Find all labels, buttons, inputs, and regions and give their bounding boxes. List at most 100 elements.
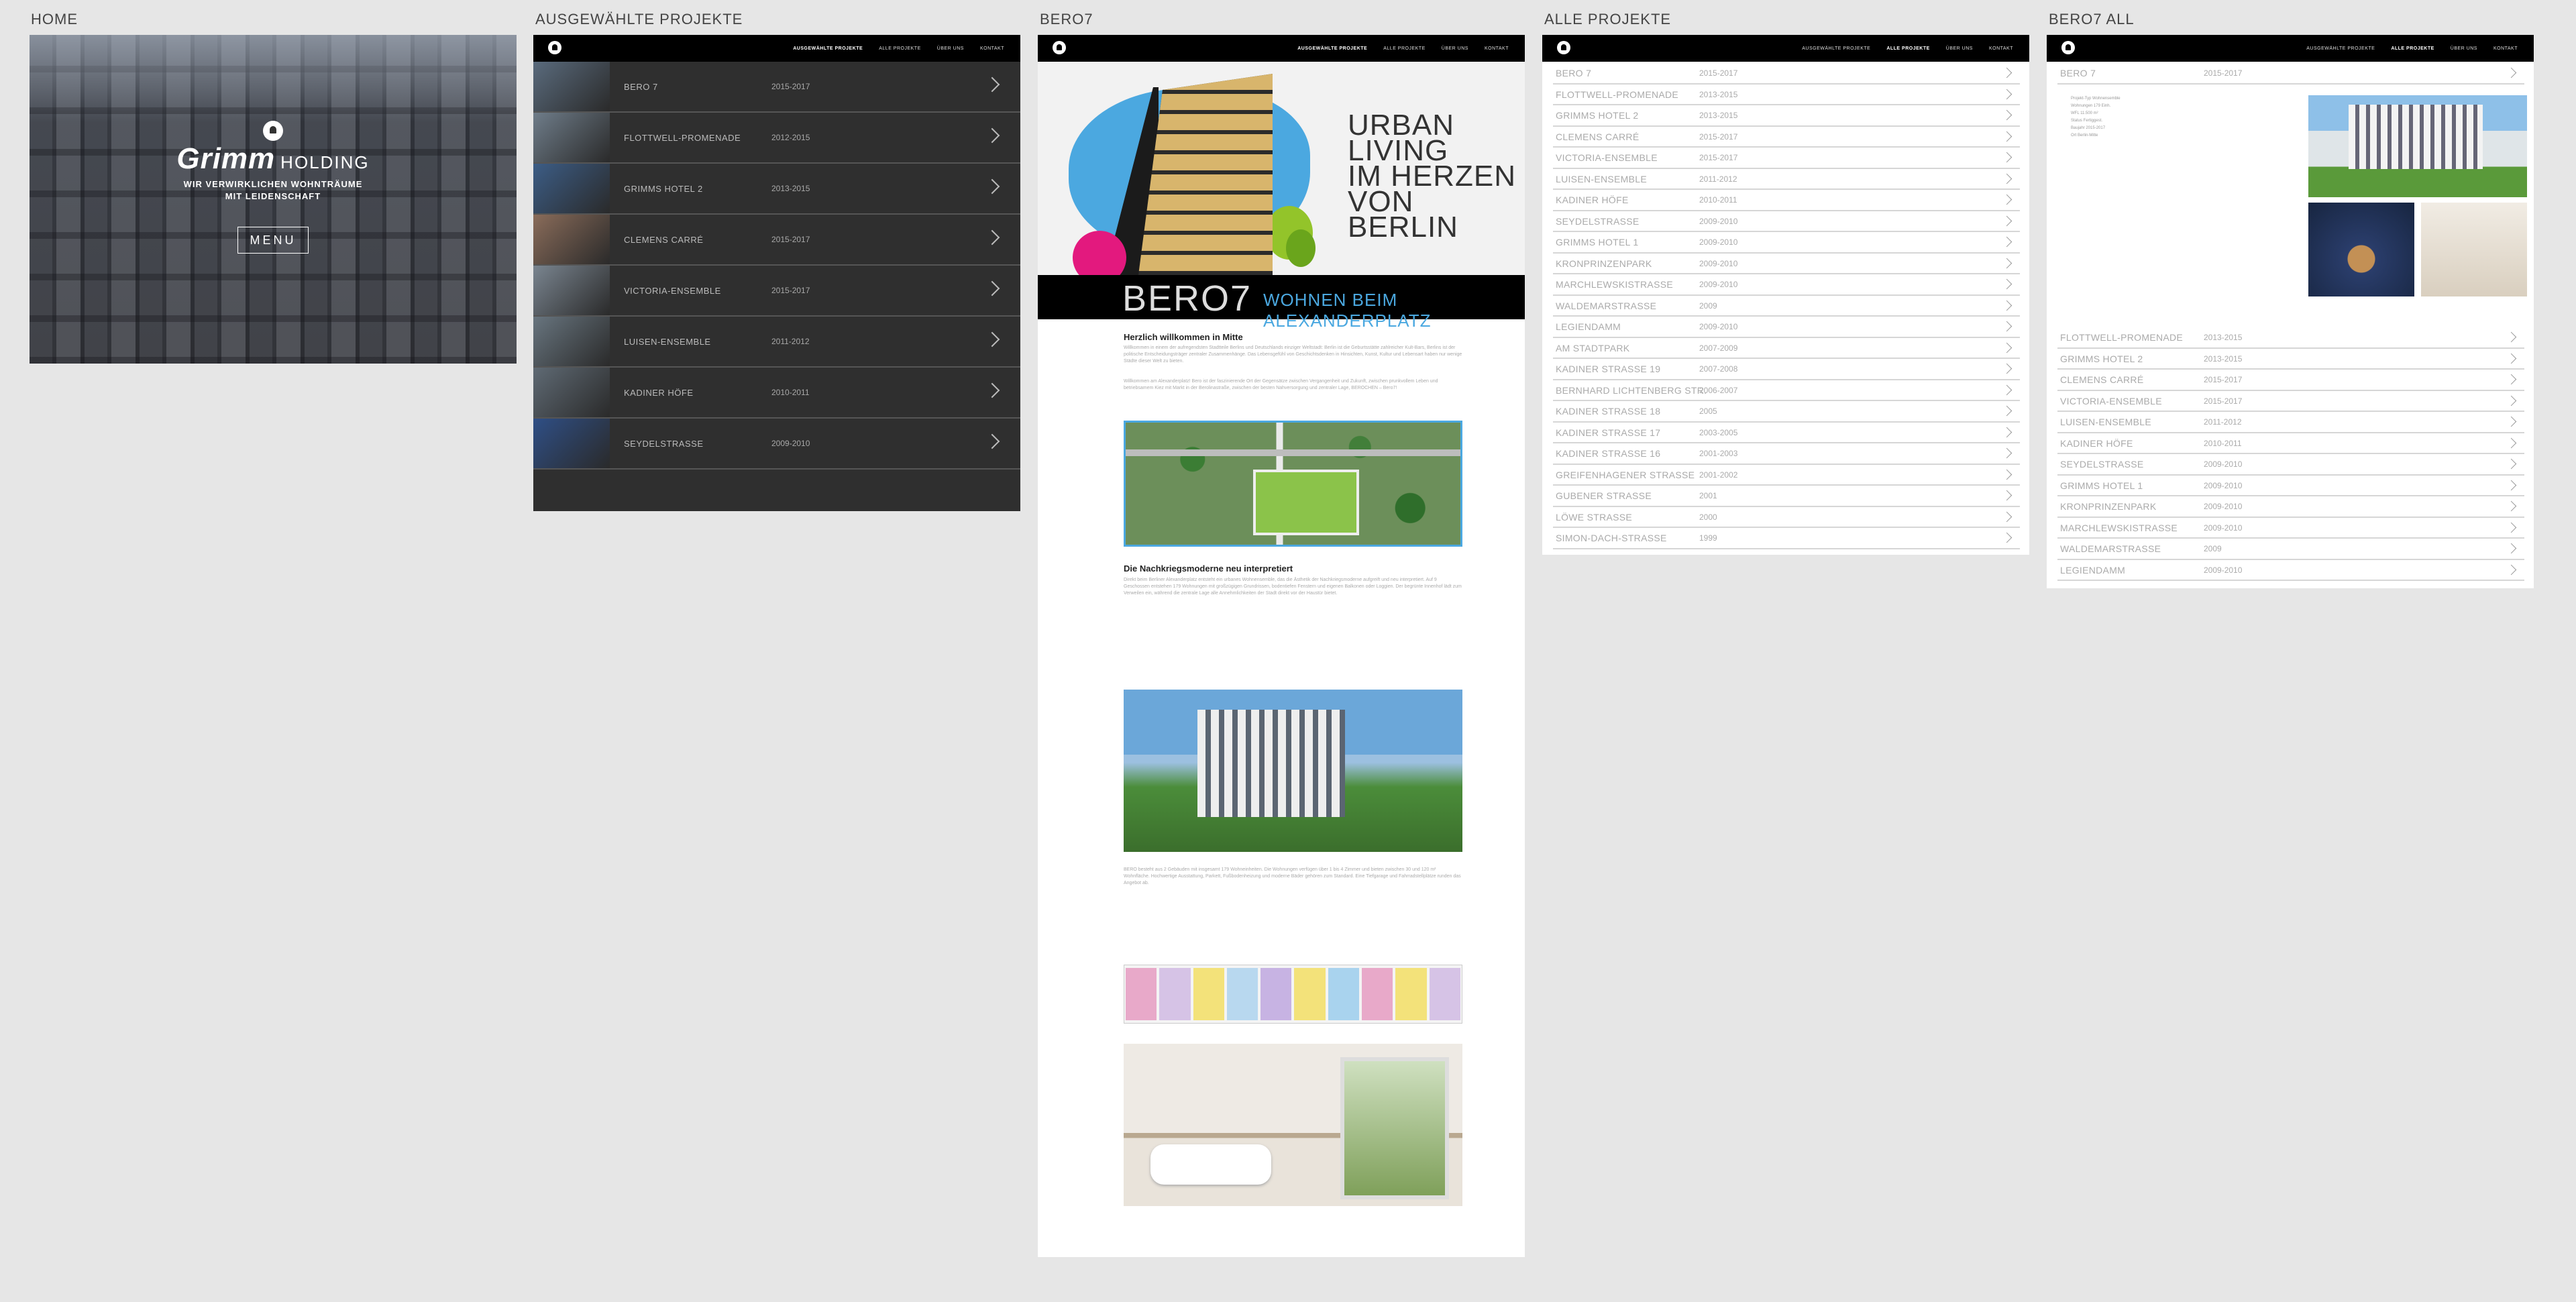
project-list-row[interactable]: KRONPRINZENPARK 2009-2010 (2057, 496, 2524, 518)
project-list-row[interactable]: SEYDELSTRASSE 2009-2010 (1553, 211, 2020, 232)
project-year: 2009 (2204, 544, 2222, 553)
project-list-row[interactable]: SIMON-DACH-STRASSE 1999 (1553, 528, 2020, 549)
project-meta: Projekt-Typ Wohnensemble Wohnungen 179 Ei… (2071, 95, 2121, 140)
project-thumbnail (533, 419, 610, 468)
project-year: 2009-2010 (2204, 565, 2243, 575)
nav-item-kontakt[interactable]: KONTAKT (2493, 46, 2518, 51)
nav-item-kontakt[interactable]: KONTAKT (980, 46, 1004, 51)
project-list-row[interactable]: GRIMMS HOTEL 1 2009-2010 (1553, 232, 2020, 254)
floorplan-unit (1159, 968, 1191, 1020)
project-list-row[interactable]: KADINER STRASSE 16 2001-2003 (1553, 443, 2020, 465)
featured-project-row[interactable]: BERO 7 2015-2017 (533, 62, 1020, 113)
project-list-row[interactable]: BERNHARD LICHTENBERG STR. 2006-2007 (1553, 380, 2020, 401)
tagline-line-2: MIT LEIDENSCHAFT (225, 191, 321, 201)
nav-item-ueber-uns[interactable]: ÜBER UNS (1946, 46, 1973, 51)
project-list-row[interactable]: GRIMMS HOTEL 2 2013-2015 (1553, 105, 2020, 127)
project-list-row[interactable]: LEGIENDAMM 2009-2010 (2057, 560, 2524, 581)
meta-line: Projekt-Typ Wohnensemble (2071, 97, 2121, 101)
project-thumb-night[interactable] (2308, 203, 2414, 296)
project-list-row[interactable]: KADINER HÖFE 2010-2011 (1553, 190, 2020, 211)
nav-item-kontakt[interactable]: KONTAKT (1989, 46, 2013, 51)
project-list-row[interactable]: GUBENER STRASSE 2001 (1553, 486, 2020, 507)
project-list-row[interactable]: KADINER STRASSE 19 2007-2008 (1553, 359, 2020, 380)
hero-line: BERLIN (1348, 211, 1458, 243)
project-list-row[interactable]: LUISEN-ENSEMBLE 2011-2012 (2057, 412, 2524, 433)
project-list-row[interactable]: KADINER STRASSE 17 2003-2005 (1553, 423, 2020, 443)
project-list-row[interactable]: SEYDELSTRASSE 2009-2010 (2057, 454, 2524, 476)
featured-project-row[interactable]: FLOTTWELL-PROMENADE 2012-2015 (533, 113, 1020, 164)
floorplan-unit (1294, 968, 1326, 1020)
project-list-row[interactable]: WALDEMARSTRASSE 2009 (2057, 539, 2524, 560)
project-year: 2009-2010 (1699, 322, 1738, 331)
project-list-row[interactable]: VICTORIA-ENSEMBLE 2015-2017 (2057, 391, 2524, 412)
project-list-row[interactable]: GRIMMS HOTEL 2 2013-2015 (2057, 349, 2524, 370)
nav-item-alle[interactable]: ALLE PROJEKTE (879, 46, 921, 51)
nav-item-ueber-uns[interactable]: ÜBER UNS (937, 46, 964, 51)
nav-item-ueber-uns[interactable]: ÜBER UNS (2451, 46, 2477, 51)
menu-button[interactable]: MENU (237, 227, 309, 254)
chevron-right-icon (2506, 437, 2517, 448)
project-list-row[interactable]: KADINER HÖFE 2010-2011 (2057, 433, 2524, 454)
project-list-row[interactable]: FLOTTWELL-PROMENADE 2013-2015 (2057, 327, 2524, 349)
artboard-label-alle: ALLE PROJEKTE (1544, 11, 1672, 28)
featured-project-row[interactable]: KADINER HÖFE 2010-2011 (533, 368, 1020, 419)
chevron-right-icon (2001, 300, 2012, 311)
interior-window (1340, 1057, 1449, 1199)
nav-item-alle[interactable]: ALLE PROJEKTE (1383, 46, 1426, 51)
project-name: AM STADTPARK (1556, 342, 1630, 354)
project-year: 2009-2010 (1699, 216, 1738, 226)
building-facade (1197, 710, 1345, 817)
project-name: FLOTTWELL-PROMENADE (624, 132, 741, 143)
project-main-image[interactable] (2308, 95, 2527, 197)
project-thumb-interior[interactable] (2421, 203, 2527, 296)
nav-logo-icon[interactable] (548, 41, 561, 54)
nav-item-alle[interactable]: ALLE PROJEKTE (2391, 46, 2434, 51)
featured-project-row[interactable]: GRIMMS HOTEL 2 2013-2015 (533, 164, 1020, 215)
nav-item-kontakt[interactable]: KONTAKT (1485, 46, 1509, 51)
project-list-row[interactable]: FLOTTWELL-PROMENADE 2013-2015 (1553, 85, 2020, 105)
nav-item-ueber-uns[interactable]: ÜBER UNS (1442, 46, 1468, 51)
project-list-row[interactable]: MARCHLEWSKISTRASSE 2009-2010 (2057, 518, 2524, 539)
project-list-row[interactable]: KRONPRINZENPARK 2009-2010 (1553, 254, 2020, 274)
nav-logo-icon[interactable] (2061, 41, 2075, 54)
sky-overlay (30, 35, 517, 122)
project-year: 2011-2012 (2204, 417, 2242, 427)
project-list-row[interactable]: LEGIENDAMM 2009-2010 (1553, 317, 2020, 338)
project-list-row[interactable]: CLEMENS CARRÉ 2015-2017 (1553, 127, 2020, 148)
project-list-row[interactable]: WALDEMARSTRASSE 2009 (1553, 296, 2020, 317)
project-list-row[interactable]: KADINER STRASSE 18 2005 (1553, 401, 2020, 423)
project-year: 2005 (1699, 406, 1717, 416)
nav-item-ausgewaehlt[interactable]: AUSGEWÄHLTE PROJEKTE (793, 46, 863, 51)
project-year: 2013-2015 (771, 184, 810, 193)
project-list-row[interactable]: GREIFENHAGENER STRASSE 2001-2002 (1553, 465, 2020, 486)
nav-item-ausgewaehlt[interactable]: AUSGEWÄHLTE PROJEKTE (2306, 46, 2375, 51)
nav-item-alle[interactable]: ALLE PROJEKTE (1886, 46, 1929, 51)
project-list-row[interactable]: AM STADTPARK 2007-2009 (1553, 338, 2020, 359)
project-list-row[interactable]: MARCHLEWSKISTRASSE 2009-2010 (1553, 274, 2020, 296)
project-list-row[interactable]: BERO 7 2015-2017 (1553, 63, 2020, 85)
chevron-right-icon (2001, 236, 2012, 248)
featured-project-row[interactable]: LUISEN-ENSEMBLE 2011-2012 (533, 317, 1020, 368)
project-list-row[interactable]: CLEMENS CARRÉ 2015-2017 (2057, 370, 2524, 391)
project-list-row[interactable]: LÖWE STRASSE 2000 (1553, 507, 2020, 528)
nav-logo-icon[interactable] (1557, 41, 1570, 54)
nav-item-ausgewaehlt[interactable]: AUSGEWÄHLTE PROJEKTE (1802, 46, 1870, 51)
featured-project-row[interactable]: VICTORIA-ENSEMBLE 2015-2017 (533, 266, 1020, 317)
project-name: KADINER STRASSE 19 (1556, 364, 1661, 374)
nav-item-ausgewaehlt[interactable]: AUSGEWÄHLTE PROJEKTE (1297, 46, 1367, 51)
project-list-row[interactable]: LUISEN-ENSEMBLE 2011-2012 (1553, 169, 2020, 190)
chevron-right-icon (2506, 395, 2517, 406)
featured-project-row[interactable]: CLEMENS CARRÉ 2015-2017 (533, 215, 1020, 266)
project-list-row[interactable]: GRIMMS HOTEL 1 2009-2010 (2057, 476, 2524, 496)
project-year: 2015-2017 (1699, 131, 1738, 142)
chevron-right-icon (2001, 511, 2012, 522)
featured-project-row[interactable]: SEYDELSTRASSE 2009-2010 (533, 419, 1020, 470)
all-projects-list: BERO 7 2015-2017 FLOTTWELL-PROMENADE 2013-2… (1542, 62, 2029, 549)
project-name: VICTORIA-ENSEMBLE (1556, 152, 1658, 163)
project-name: KRONPRINZENPARK (1556, 258, 1652, 269)
chevron-right-icon (2001, 89, 2012, 99)
nav-logo-icon[interactable] (1053, 41, 1066, 54)
chevron-right-icon (2506, 374, 2517, 385)
project-list-row[interactable]: VICTORIA-ENSEMBLE 2015-2017 (1553, 148, 2020, 169)
project-name: LUISEN-ENSEMBLE (1556, 173, 1647, 184)
